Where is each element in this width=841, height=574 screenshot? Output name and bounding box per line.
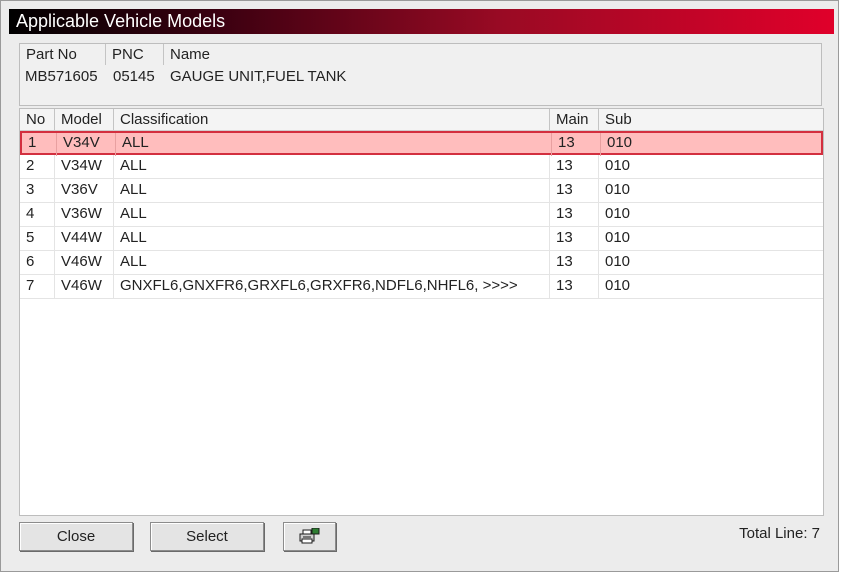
cell-model: V46W: [55, 275, 114, 298]
table-row[interactable]: 1 V34V ALL 13 010: [20, 131, 823, 156]
cell-sub: 010: [605, 229, 631, 246]
printer-icon: [299, 526, 321, 544]
cell-classification: ALL: [114, 227, 550, 250]
cell-no: 2: [20, 155, 55, 178]
cell-no: 3: [20, 179, 55, 202]
part-name-value: GAUGE UNIT,FUEL TANK: [170, 68, 347, 85]
cell-no: 7: [20, 275, 55, 298]
cell-sub: 010: [605, 253, 631, 270]
cell-model: V46W: [55, 251, 114, 274]
dialog-window: Applicable Vehicle Models Part No PNC Na…: [0, 0, 839, 572]
cell-main: 13: [552, 133, 601, 156]
table-row[interactable]: 3 V36V ALL 13 010: [20, 179, 823, 203]
table-row[interactable]: 5 V44W ALL 13 010: [20, 227, 823, 251]
column-header-main[interactable]: Main: [550, 109, 599, 130]
table-row[interactable]: 6 V46W ALL 13 010: [20, 251, 823, 275]
part-info-panel: Part No PNC Name MB571605 05145 GAUGE UN…: [19, 43, 822, 106]
cell-main: 13: [550, 251, 599, 274]
cell-sub: 010: [605, 205, 631, 222]
vehicle-models-table[interactable]: No Model Classification Main Sub 1 V34V …: [19, 108, 824, 516]
cell-classification: ALL: [114, 203, 550, 226]
name-header: Name: [170, 46, 211, 63]
column-header-no[interactable]: No: [20, 109, 55, 130]
title-bar: Applicable Vehicle Models: [9, 9, 834, 34]
cell-model: V44W: [55, 227, 114, 250]
window-title: Applicable Vehicle Models: [16, 11, 226, 31]
cell-sub: 010: [605, 157, 631, 174]
table-row[interactable]: 4 V36W ALL 13 010: [20, 203, 823, 227]
print-button[interactable]: [283, 522, 336, 551]
pnc-value: 05145: [113, 68, 155, 85]
column-header-classification[interactable]: Classification: [114, 109, 550, 130]
table-row[interactable]: 2 V34W ALL 13 010: [20, 155, 823, 179]
cell-no: 4: [20, 203, 55, 226]
cell-model: V34V: [57, 133, 116, 156]
pnc-header: PNC: [106, 44, 164, 65]
cell-main: 13: [550, 155, 599, 178]
cell-classification: GNXFL6,GNXFR6,GRXFL6,GRXFR6,NDFL6,NHFL6,…: [114, 275, 550, 298]
cell-classification: ALL: [116, 133, 552, 156]
cell-no: 5: [20, 227, 55, 250]
part-no-header: Part No: [20, 44, 106, 65]
cell-model: V36W: [55, 203, 114, 226]
column-header-model[interactable]: Model: [55, 109, 114, 130]
cell-classification: ALL: [114, 251, 550, 274]
cell-main: 13: [550, 227, 599, 250]
cell-main: 13: [550, 203, 599, 226]
column-header-sub[interactable]: Sub: [599, 109, 823, 130]
cell-sub: 010: [607, 134, 633, 151]
cell-main: 13: [550, 275, 599, 298]
cell-no: 6: [20, 251, 55, 274]
cell-sub: 010: [605, 277, 631, 294]
cell-model: V36V: [55, 179, 114, 202]
cell-classification: ALL: [114, 155, 550, 178]
close-button[interactable]: Close: [19, 522, 133, 551]
total-line-count: Total Line: 7: [739, 525, 820, 542]
cell-model: V34W: [55, 155, 114, 178]
select-button[interactable]: Select: [150, 522, 264, 551]
cell-main: 13: [550, 179, 599, 202]
cell-classification: ALL: [114, 179, 550, 202]
table-header: No Model Classification Main Sub: [20, 109, 823, 131]
table-row[interactable]: 7 V46W GNXFL6,GNXFR6,GRXFL6,GRXFR6,NDFL6…: [20, 275, 823, 299]
cell-sub: 010: [605, 181, 631, 198]
part-no-value: MB571605: [25, 68, 98, 85]
cell-no: 1: [22, 133, 57, 156]
